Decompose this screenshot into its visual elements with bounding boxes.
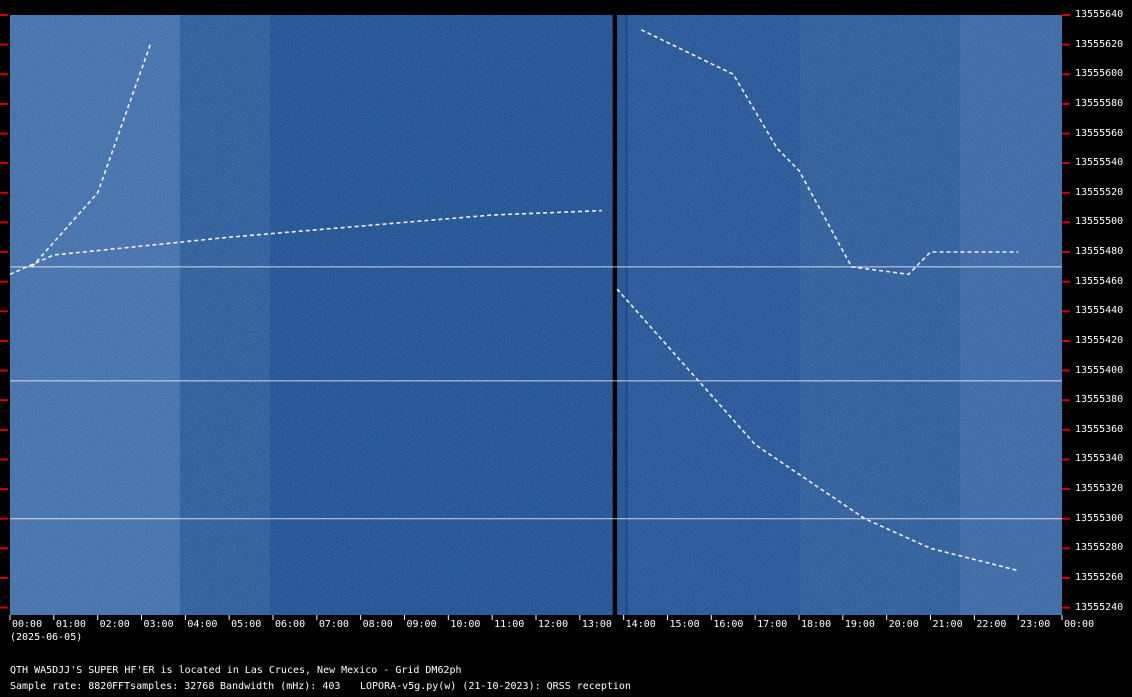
x-tick-label: 16:00: [713, 619, 744, 630]
y-tick-label: 13555400: [1075, 364, 1124, 376]
y-tick-label: 13555540: [1075, 157, 1124, 169]
x-tick-label: 17:00: [757, 619, 788, 630]
y-tick-label: 13555480: [1075, 246, 1124, 258]
x-tick-label: 05:00: [231, 619, 262, 630]
y-tick-label: 13555360: [1075, 423, 1124, 435]
sample-rate: Sample rate: 8820: [10, 681, 113, 692]
x-tick-label: 14:00: [625, 619, 656, 630]
software-info: LOPORA-v5g.py(w) (21-10-2023): QRSS rece…: [360, 681, 631, 692]
x-tick-label: 10:00: [450, 619, 481, 630]
x-tick-label: 15:00: [669, 619, 700, 630]
x-tick-label: 12:00: [538, 619, 569, 630]
noise-texture: [10, 15, 1062, 615]
x-tick-label: 21:00: [932, 619, 963, 630]
x-tick-label: 11:00: [494, 619, 525, 630]
y-tick-label: 13555620: [1075, 38, 1124, 50]
date-label: (2025-06-05): [10, 632, 83, 643]
y-tick-label: 13555580: [1075, 97, 1124, 109]
station-info: QTH WA5DJJ'S SUPER HF'ER is located in L…: [10, 665, 462, 676]
y-tick-label: 13555280: [1075, 542, 1124, 554]
plot-area: [9, 15, 1062, 615]
y-tick-label: 13555300: [1075, 512, 1124, 524]
y-tick-label: 13555320: [1075, 483, 1124, 495]
y-tick-label: 13555560: [1075, 127, 1124, 139]
y-tick-label: 13555260: [1075, 571, 1124, 583]
y-tick-label: 13555340: [1075, 453, 1124, 465]
y-tick-label: 13555380: [1075, 394, 1124, 406]
y-tick-label: 13555520: [1075, 186, 1124, 198]
x-tick-label: 23:00: [1020, 619, 1051, 630]
y-tick-label: 13555240: [1075, 601, 1124, 613]
x-tick-label: 08:00: [362, 619, 393, 630]
y-tick-label: 13555500: [1075, 216, 1124, 228]
x-tick-label: 09:00: [406, 619, 437, 630]
data-gap: [612, 15, 618, 615]
x-tick-label: 00:00: [12, 619, 43, 630]
x-tick-label: 06:00: [275, 619, 306, 630]
y-tick-label: 13555440: [1075, 305, 1124, 317]
y-tick-label: 13555420: [1075, 334, 1124, 346]
y-tick-label: 13555460: [1075, 275, 1124, 287]
x-tick-label: 03:00: [143, 619, 174, 630]
x-tick-label: 01:00: [55, 619, 86, 630]
x-tick-label: 02:00: [99, 619, 130, 630]
y-tick-label: 13555640: [1075, 9, 1124, 20]
y-tick-label: 13555600: [1075, 68, 1124, 80]
x-tick-label: 13:00: [581, 619, 612, 630]
x-tick-label: 19:00: [844, 619, 875, 630]
x-tick-label: 00:00: [1064, 619, 1095, 630]
x-tick-label: 18:00: [801, 619, 832, 630]
x-tick-label: 04:00: [187, 619, 218, 630]
bandwidth: Bandwidth (mHz): 403: [220, 681, 341, 692]
x-tick-label: 07:00: [318, 619, 349, 630]
waterfall-chart: [0, 14, 1070, 620]
fft-samples: FFTsamples: 32768: [112, 681, 215, 692]
x-tick-label: 22:00: [976, 619, 1007, 630]
x-tick-label: 20:00: [888, 619, 919, 630]
